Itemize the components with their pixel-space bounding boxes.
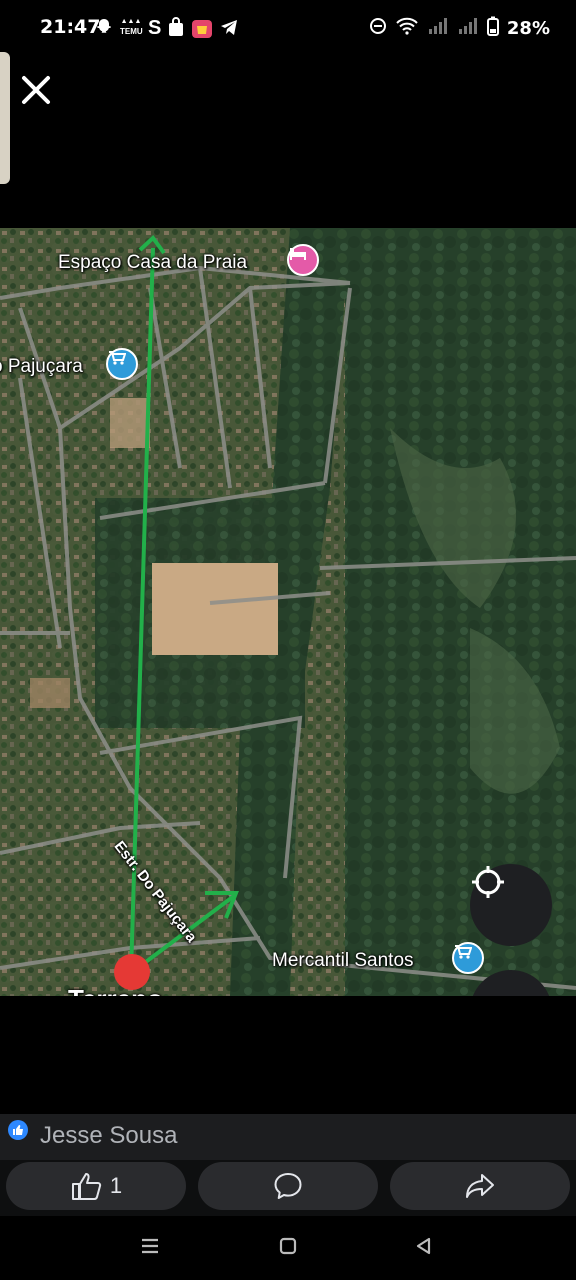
map-label-bottom-place: Mercantil Santos <box>272 950 414 971</box>
shop-pin-left[interactable] <box>106 348 138 380</box>
dnd-icon <box>369 17 387 40</box>
crosshair-icon <box>472 866 504 898</box>
bed-icon <box>290 248 306 260</box>
recents-icon <box>142 1238 158 1254</box>
temu-icon: ▲▲▲ TEMU <box>120 18 143 36</box>
post-actions: 1 <box>0 1160 576 1216</box>
my-location-button[interactable] <box>470 864 552 946</box>
cart-icon <box>109 351 126 365</box>
snapchat-icon <box>94 17 114 39</box>
thumbs-up-icon <box>71 1173 101 1200</box>
signal-icon <box>457 17 479 40</box>
shopping-bag-icon <box>167 17 185 39</box>
author-name[interactable]: Jesse Sousa <box>40 1122 177 1150</box>
system-nav-bar <box>0 1216 576 1280</box>
side-handle[interactable] <box>0 52 10 184</box>
map-label-cut: Terreno <box>68 984 163 996</box>
comment-button[interactable] <box>198 1162 378 1210</box>
hotel-pin[interactable] <box>287 244 319 276</box>
status-bar: 21:47 ▲▲▲ TEMU S 28% <box>0 0 576 56</box>
map-image[interactable]: Espaço Casa da Praia o Pajuçara Estr. Do… <box>0 228 576 996</box>
system-status-icons: 28% <box>369 16 550 41</box>
shopee-icon <box>191 17 213 39</box>
wifi-icon <box>395 17 419 40</box>
recent-apps-button[interactable] <box>140 1236 160 1261</box>
back-button[interactable] <box>414 1236 434 1261</box>
like-reaction-icon <box>8 1120 28 1140</box>
like-button[interactable]: 1 <box>6 1162 186 1210</box>
close-button[interactable] <box>18 72 54 108</box>
map-label-left-place: o Pajuçara <box>0 356 83 377</box>
status-time: 21:47 <box>40 16 101 38</box>
back-icon <box>416 1237 431 1255</box>
signal-icon <box>427 17 449 40</box>
comment-icon <box>274 1173 302 1199</box>
battery-icon <box>486 16 499 41</box>
cart-icon <box>455 945 472 959</box>
battery-percent: 28% <box>506 18 550 39</box>
like-count: 1 <box>109 1173 123 1198</box>
shein-icon: S <box>148 17 162 39</box>
shop-pin-bottom[interactable] <box>452 942 484 974</box>
author-bar: Jesse Sousa <box>0 1114 576 1160</box>
map-label-top-place: Espaço Casa da Praia <box>58 252 248 273</box>
close-icon <box>22 76 50 104</box>
home-button[interactable] <box>278 1236 298 1261</box>
home-icon <box>279 1237 297 1255</box>
share-icon <box>466 1174 494 1198</box>
telegram-icon <box>219 17 239 39</box>
share-button[interactable] <box>390 1162 570 1210</box>
notification-icons: ▲▲▲ TEMU S <box>94 16 239 40</box>
